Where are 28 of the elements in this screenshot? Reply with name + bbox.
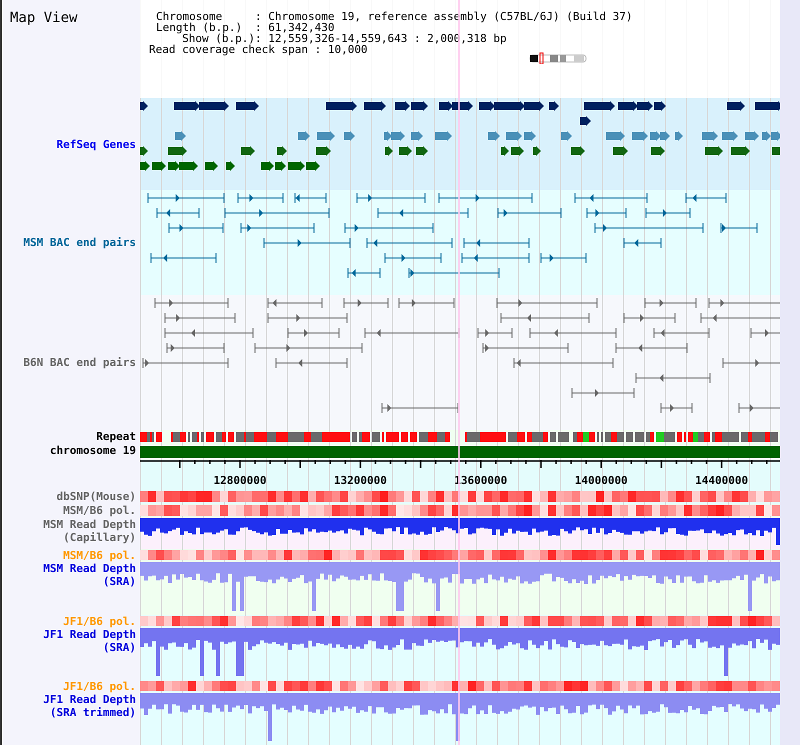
track-label: MSM Read Depth (Capillary) (42, 518, 137, 546)
axis-label: 14000000 (574, 474, 628, 487)
track-label: MSM/B6 pol. (62, 549, 137, 562)
track-label: Repeat (95, 430, 137, 444)
track-label: chromosome 19 (48, 444, 137, 459)
info-label: Read coverage check span (149, 43, 308, 56)
info-label: Length (b.p.) (156, 22, 242, 33)
info-value: : 10,000 (314, 43, 368, 56)
track-label: MSM/B6 pol. (62, 504, 137, 518)
track-label: RefSeq Genes (56, 138, 137, 150)
info-value: : Chromosome 19, reference assembly (C57BL/6J) (Build 37) (255, 11, 634, 22)
track-label: MSM BAC end pairs (22, 236, 137, 249)
track-label: dbSNP(Mouse) (56, 490, 137, 504)
info-value: : 61,342,430 (255, 22, 334, 33)
track-label: JF1 Read Depth (SRA trimmed) (42, 693, 137, 721)
axis-label: 12800000 (214, 474, 266, 487)
track-label: JF1/B6 pol. (62, 680, 137, 693)
track-label: MSM Read Depth (SRA) (42, 562, 137, 590)
axis-label: 13600000 (454, 474, 508, 487)
axis-label: 14400000 (695, 474, 748, 487)
info-label: Chromosome (156, 11, 222, 22)
axis-label: 13200000 (334, 474, 387, 487)
view-title: Map View (9, 9, 78, 26)
track-label: B6N BAC end pairs (22, 356, 137, 369)
info-label: Show (b.p.) (182, 33, 255, 44)
track-label: JF1 Read Depth (SRA) (42, 628, 137, 656)
info-value: : 12,559,326-14,559,643 : 2,000,318 bp (255, 33, 508, 44)
track-label: JF1/B6 pol. (62, 615, 137, 628)
